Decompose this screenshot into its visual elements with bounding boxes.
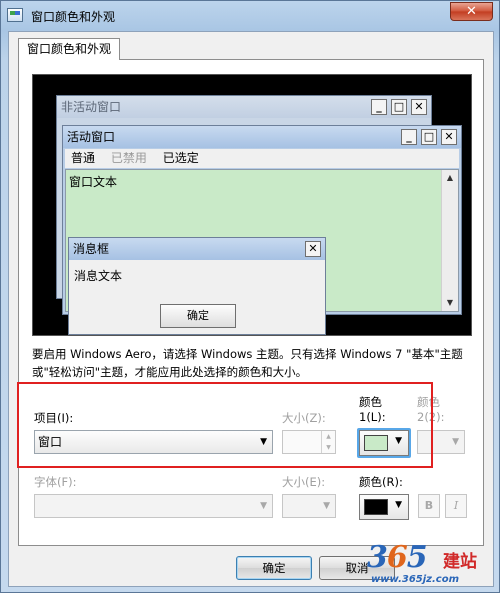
menu-normal[interactable]: 普通 xyxy=(71,149,95,168)
aero-description: 要启用 Windows Aero，请选择 Windows 主题。只有选择 Win… xyxy=(32,347,463,379)
message-box-preview[interactable]: 消息框 ✕ 消息文本 确定 xyxy=(68,237,326,335)
font-color-swatch xyxy=(364,499,388,515)
chevron-down-icon: ▼ xyxy=(323,501,330,511)
bold-button[interactable]: B xyxy=(418,494,440,518)
close-icon: ✕ xyxy=(305,241,321,257)
chevron-down-icon: ▼ xyxy=(452,437,459,447)
message-text: 消息文本 xyxy=(74,269,123,283)
menu-disabled[interactable]: 已禁用 xyxy=(111,149,147,168)
window-title: 窗口颜色和外观 xyxy=(31,10,116,24)
scroll-down-icon: ▼ xyxy=(446,298,454,307)
scroll-up-icon: ▲ xyxy=(446,173,454,182)
watermark-cn-text: 建站 xyxy=(443,552,477,572)
close-icon: ✕ xyxy=(441,129,457,145)
font-size-label: 大小(E): xyxy=(282,475,326,489)
title-bar[interactable]: 窗口颜色和外观 ✕ xyxy=(1,1,499,31)
window-text: 窗口文本 xyxy=(69,175,118,189)
preview-scrollbar[interactable]: ▲ ▼ xyxy=(441,170,458,311)
menu-selected[interactable]: 已选定 xyxy=(163,149,199,168)
minimize-icon: _ xyxy=(401,129,417,145)
client-area: 窗口颜色和外观 非活动窗口 _ □ ✕ 活动窗口 _ □ ✕ 普通 已禁用 已选… xyxy=(8,31,494,587)
minimize-icon: _ xyxy=(371,99,387,115)
font-size-select[interactable]: ▼ xyxy=(282,494,336,518)
maximize-icon: □ xyxy=(391,99,407,115)
appearance-preview[interactable]: 非活动窗口 _ □ ✕ 活动窗口 _ □ ✕ 普通 已禁用 已选定 窗口文本 ▲… xyxy=(32,74,472,336)
font-color-picker-button[interactable]: ▼ xyxy=(359,494,409,520)
highlight-annotation xyxy=(17,382,433,468)
close-icon: ✕ xyxy=(411,99,427,115)
ok-button[interactable]: 确定 xyxy=(236,556,312,580)
italic-button[interactable]: I xyxy=(445,494,467,518)
app-icon xyxy=(7,8,23,22)
preview-menu-bar: 普通 已禁用 已选定 xyxy=(65,149,459,168)
font-color-label: 颜色(R): xyxy=(359,475,403,489)
font-label: 字体(F): xyxy=(34,475,77,489)
watermark-url: www.365jz.com xyxy=(371,574,460,585)
maximize-icon: □ xyxy=(421,129,437,145)
chevron-down-icon: ▼ xyxy=(395,500,402,510)
dialog-window: 窗口颜色和外观 ✕ 窗口颜色和外观 非活动窗口 _ □ ✕ 活动窗口 _ □ ✕… xyxy=(0,0,500,593)
message-ok-button[interactable]: 确定 xyxy=(160,304,236,328)
watermark-logo: 365 建站 www.365jz.com xyxy=(367,540,495,590)
chevron-down-icon: ▼ xyxy=(260,501,267,511)
message-box-title: 消息框 xyxy=(69,238,325,260)
watermark-number: 365 xyxy=(367,540,428,575)
font-select[interactable]: ▼ xyxy=(34,494,273,518)
close-button[interactable]: ✕ xyxy=(450,2,493,21)
tab-window-color-appearance[interactable]: 窗口颜色和外观 xyxy=(18,38,121,60)
